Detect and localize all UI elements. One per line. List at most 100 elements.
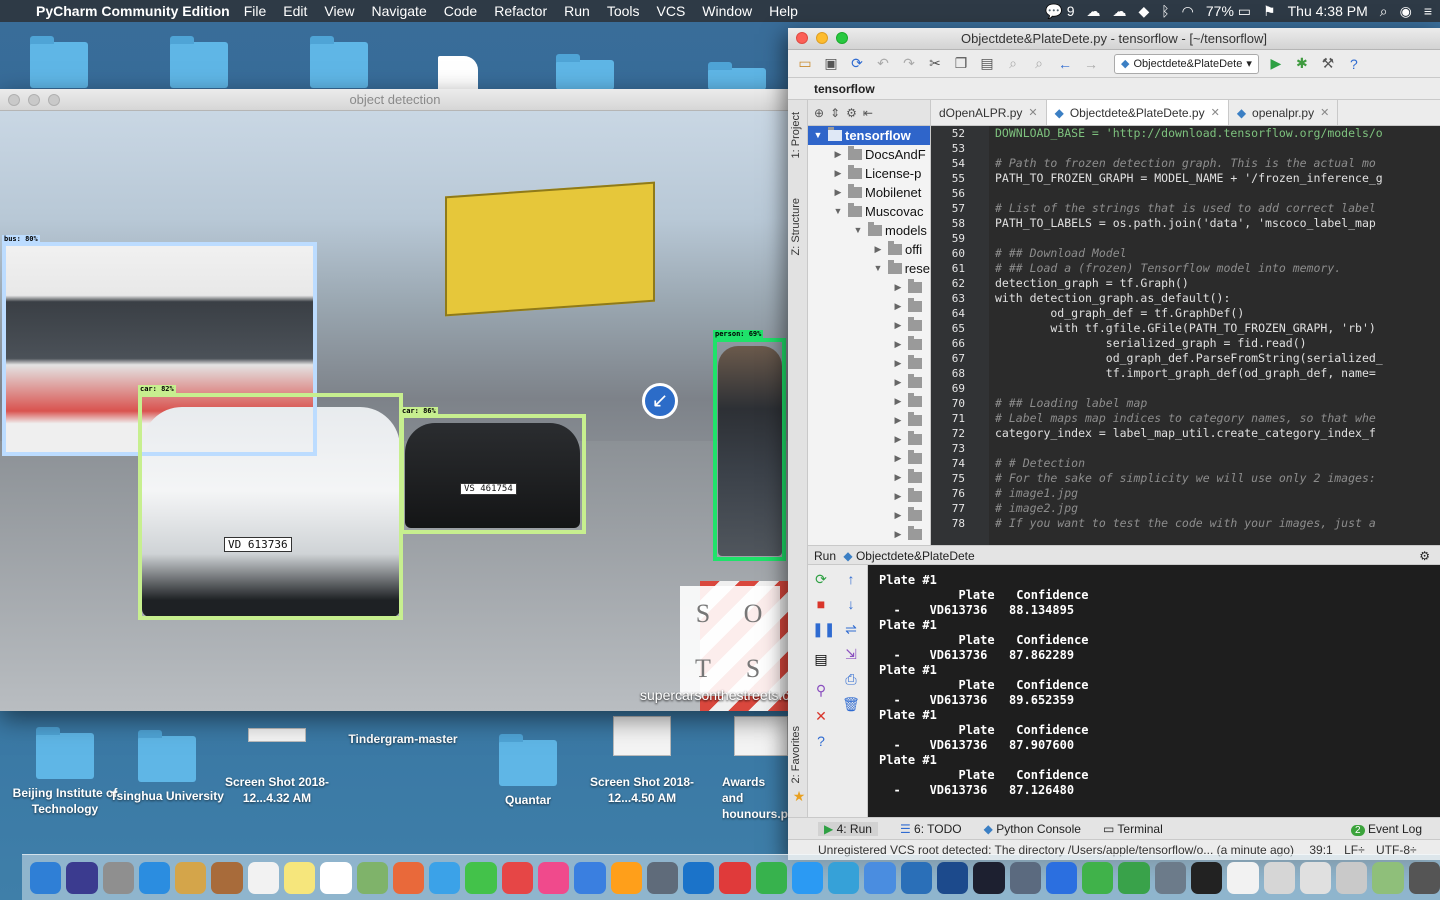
dock-app-icon[interactable] [1191, 861, 1223, 894]
project-tree-item[interactable]: ▶ [808, 335, 930, 354]
settings-icon[interactable]: ⚒ [1319, 55, 1337, 72]
run-panel-config[interactable]: Objectdete&PlateDete [856, 549, 975, 563]
collapsed-arrow-icon[interactable]: ▶ [892, 487, 904, 506]
menu-tools[interactable]: Tools [607, 3, 640, 19]
dock-app-icon[interactable] [900, 861, 933, 894]
expanded-arrow-icon[interactable]: ▼ [832, 202, 844, 221]
code-line[interactable]: 62 detection_graph = tf.Graph() [931, 276, 1440, 291]
dock-app-icon[interactable] [392, 861, 425, 894]
pin-icon[interactable]: ⚲ [812, 681, 830, 699]
collapsed-arrow-icon[interactable]: ▶ [872, 240, 884, 259]
dock-app-icon[interactable] [1299, 861, 1332, 894]
run-console-output[interactable]: Plate #1 Plate Confidence - VD613736 88.… [868, 565, 1440, 817]
sync-icon[interactable]: ⟳ [848, 55, 866, 72]
editor-tab-active[interactable]: ◆ Objectdete&PlateDete.py ✕ [1046, 100, 1229, 125]
collapsed-arrow-icon[interactable]: ▶ [892, 392, 904, 411]
undo-icon[interactable]: ↶ [874, 55, 892, 72]
project-tool-tab[interactable]: 1: Project [790, 112, 802, 158]
close-icon[interactable]: ✕ [812, 707, 830, 725]
menu-edit[interactable]: Edit [283, 3, 307, 19]
dock-app-icon[interactable] [973, 861, 1005, 894]
scroll-down-icon[interactable]: ↓ [842, 595, 860, 613]
print-icon[interactable]: ⎙ [842, 670, 860, 688]
collapsed-arrow-icon[interactable]: ▶ [892, 525, 904, 544]
code-line[interactable]: 57 # List of the strings that is used to … [931, 201, 1440, 216]
dock-app-icon[interactable] [537, 861, 570, 894]
favorites-star-icon[interactable]: ★ [790, 787, 808, 805]
debug-icon[interactable]: ✱ [1293, 55, 1311, 72]
dock-app-icon[interactable] [283, 861, 316, 894]
todo-tool-tab[interactable]: ☰ 6: TODO [900, 822, 962, 836]
menu-help[interactable]: Help [769, 3, 798, 19]
expanded-arrow-icon[interactable]: ▼ [852, 221, 864, 240]
object-detection-window[interactable]: object detection VS 461754 VD 613736 ↙ S… [0, 89, 790, 711]
dock-app-icon[interactable] [574, 861, 606, 894]
pause-icon[interactable]: ❚❚ [812, 620, 835, 638]
dropbox-icon[interactable]: ◆ [1138, 3, 1149, 20]
dock-app-icon[interactable] [937, 861, 969, 894]
replace-icon[interactable]: ⌕ [1030, 55, 1048, 72]
code-line[interactable]: 53 [931, 141, 1440, 156]
dock-app-icon[interactable] [828, 861, 860, 894]
project-tree-item[interactable]: ▶ [808, 487, 930, 506]
project-tree-item[interactable]: ▶ offi [808, 240, 930, 259]
run-configuration-select[interactable]: ◆ Objectdete&PlateDete ▾ [1114, 53, 1259, 74]
project-tree-item[interactable]: ▶ License-p [808, 164, 930, 183]
collapsed-arrow-icon[interactable]: ▶ [832, 164, 844, 183]
collapsed-arrow-icon[interactable]: ▶ [892, 297, 904, 316]
project-tree-item[interactable]: ▶ [808, 316, 930, 335]
menu-app-name[interactable]: PyCharm Community Edition [36, 3, 230, 19]
back-icon[interactable]: ← [1056, 56, 1074, 72]
wifi-icon[interactable]: ◠ [1182, 3, 1194, 20]
close-tab-icon[interactable]: ✕ [1028, 100, 1037, 125]
cloud-sync-icon[interactable]: ☁ [1112, 3, 1126, 20]
siri-icon[interactable]: ◉ [1400, 3, 1412, 20]
code-line[interactable]: 76 # image1.jpg [931, 486, 1440, 501]
redo-icon[interactable]: ↷ [900, 55, 918, 72]
code-line[interactable]: 77 # image2.jpg [931, 501, 1440, 516]
desktop-folder-icon[interactable] [30, 36, 88, 88]
dock-app-icon[interactable] [211, 861, 243, 894]
dock-app-icon[interactable] [864, 861, 896, 894]
paste-icon[interactable]: ▤ [978, 55, 996, 72]
collapsed-arrow-icon[interactable]: ▶ [892, 335, 904, 354]
globe-icon[interactable]: ⊕ [814, 106, 824, 120]
code-editor[interactable]: dOpenALPR.py ✕ ◆ Objectdete&PlateDete.py… [931, 100, 1440, 545]
expanded-arrow-icon[interactable]: ▼ [872, 259, 884, 278]
project-tree-item[interactable]: ▶ Mobilenet [808, 183, 930, 202]
dock-app-icon[interactable] [791, 861, 824, 894]
open-folder-icon[interactable]: ▭ [796, 55, 814, 72]
help-icon[interactable]: ? [1345, 56, 1363, 72]
find-icon[interactable]: ⌕ [1004, 55, 1022, 72]
code-line[interactable]: 63 with detection_graph.as_default(): [931, 291, 1440, 306]
minimize-window-button[interactable] [28, 94, 40, 106]
desktop-icon-awards[interactable]: Awards and hounours.png [722, 716, 788, 822]
dock-app-icon[interactable] [719, 861, 751, 894]
dock-app-icon[interactable] [66, 861, 98, 894]
project-tree-item[interactable]: ▼ tensorflow [808, 126, 930, 145]
dock-app-icon[interactable] [102, 861, 134, 894]
project-tree-item[interactable]: ▶ [808, 430, 930, 449]
code-line[interactable]: 67 od_graph_def.ParseFromString(serializ… [931, 351, 1440, 366]
dock-app-icon[interactable] [30, 861, 62, 894]
zoom-window-button[interactable] [836, 32, 848, 44]
dock-app-icon[interactable] [138, 861, 171, 894]
code-line[interactable]: 55 PATH_TO_FROZEN_GRAPH = MODEL_NAME + '/… [931, 171, 1440, 186]
python-console-tab[interactable]: ◆ Python Console [984, 822, 1081, 836]
scroll-to-end-icon[interactable]: ⇲ [842, 645, 860, 663]
project-tree-item[interactable]: ▶ [808, 468, 930, 487]
code-line[interactable]: 70 # ## Loading label map [931, 396, 1440, 411]
code-line[interactable]: 72 category_index = label_map_util.create… [931, 426, 1440, 441]
dock-app-icon[interactable] [429, 861, 461, 894]
dock-app-icon[interactable] [1263, 861, 1295, 894]
menu-vcs[interactable]: VCS [657, 3, 686, 19]
editor-tab[interactable]: ◆ openalpr.py ✕ [1229, 100, 1339, 125]
dock-app-icon[interactable] [610, 861, 642, 894]
code-line[interactable]: 69 [931, 381, 1440, 396]
dock-app-icon[interactable] [247, 861, 279, 894]
dock-app-icon[interactable] [356, 861, 388, 894]
dock-app-icon[interactable] [1336, 861, 1368, 894]
scroll-up-icon[interactable]: ↑ [842, 570, 860, 588]
code-area[interactable]: 52 DOWNLOAD_BASE = 'http://download.tenso… [931, 126, 1440, 545]
bluetooth-icon[interactable]: ᛒ [1161, 3, 1169, 19]
